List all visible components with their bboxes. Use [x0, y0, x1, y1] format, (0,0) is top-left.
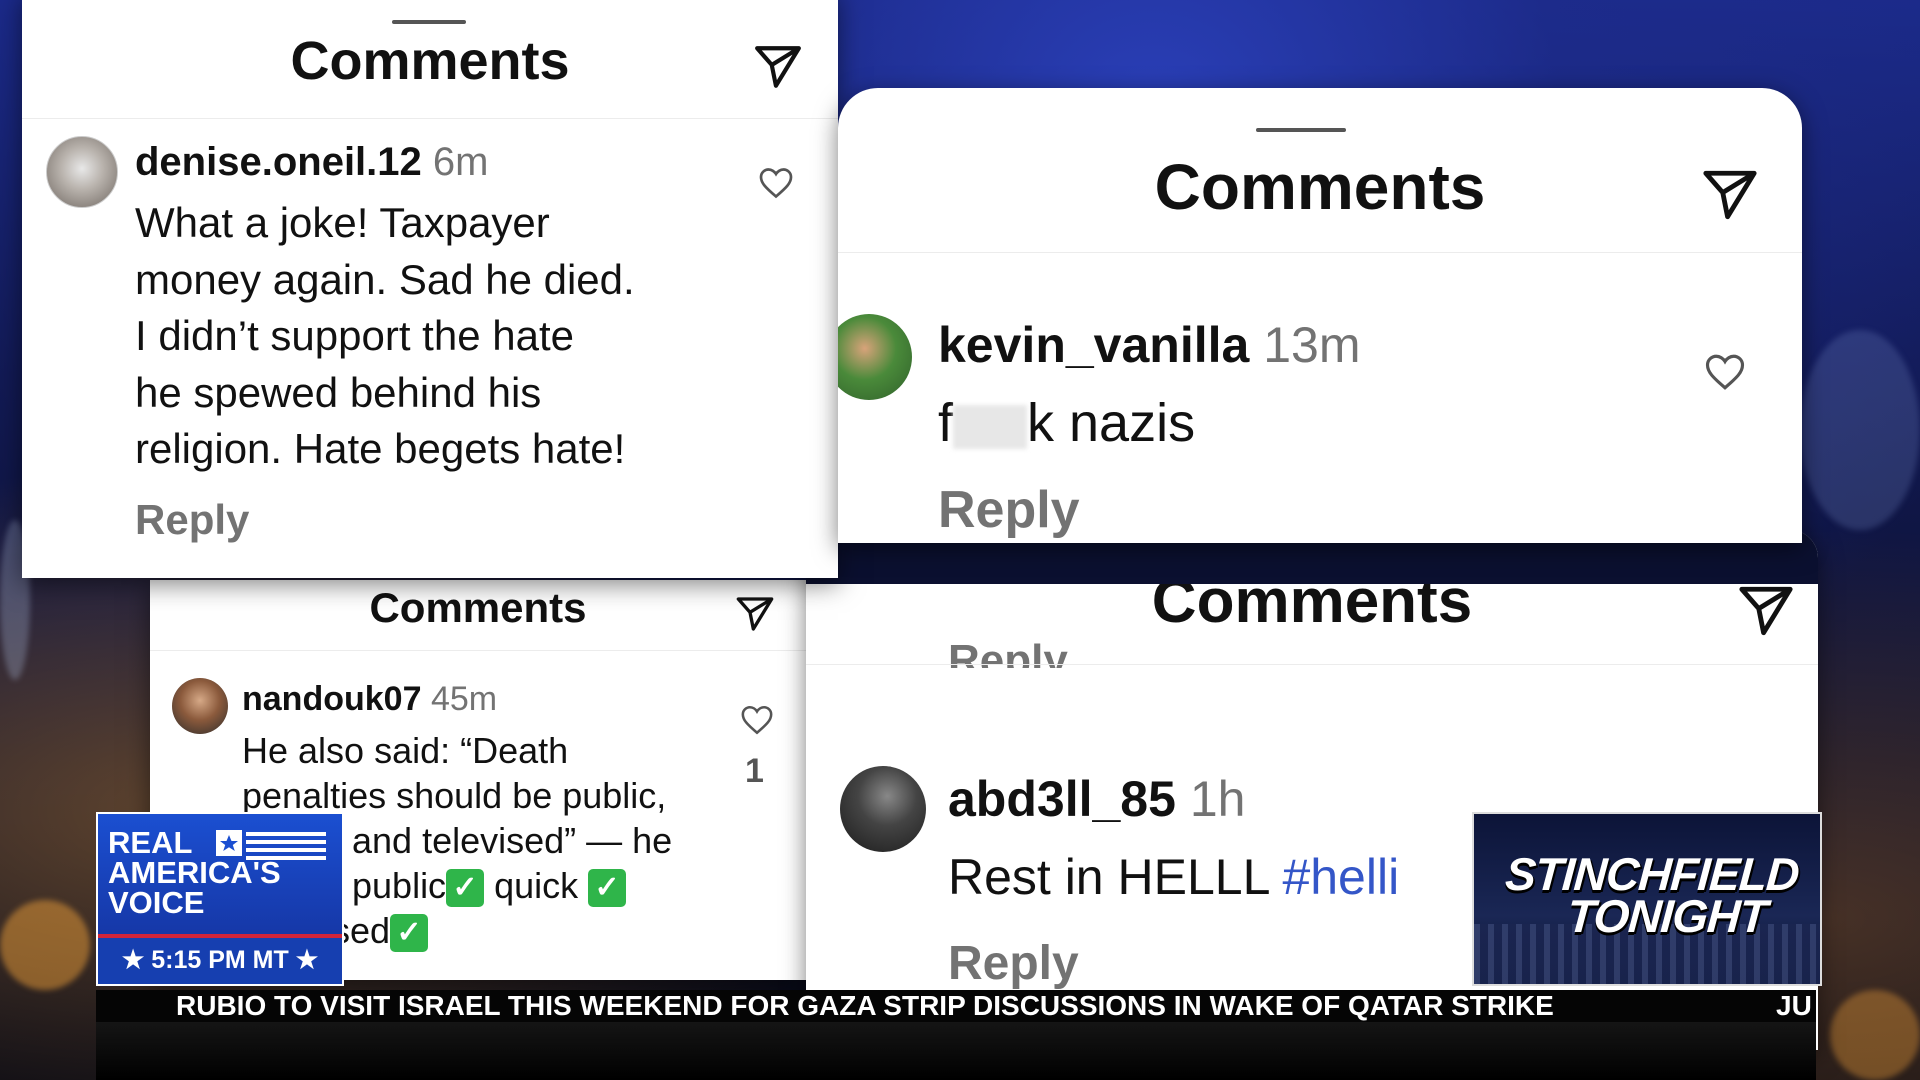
avatar[interactable]: [838, 314, 912, 400]
city-light: [1800, 330, 1920, 530]
ticker-next-headline: JU: [1776, 990, 1812, 1021]
timestamp: 6m: [432, 140, 489, 184]
comment-header: denise.oneil.12 6m: [135, 140, 488, 185]
username[interactable]: kevin_vanilla: [938, 317, 1249, 373]
panel-title: Comments: [290, 31, 570, 91]
timestamp: 1h: [1189, 771, 1246, 827]
star-icon: ★: [121, 946, 145, 974]
timestamp: 45m: [430, 680, 498, 718]
comment-fragment: Rest in HELLL: [948, 849, 1283, 905]
comment-fragment: k nazis: [1027, 393, 1196, 453]
panel-title: Comments: [369, 584, 587, 631]
comment-text: Rest in HELLL #helli: [948, 848, 1399, 906]
lower-third-base: [96, 1022, 1816, 1080]
drag-handle[interactable]: [392, 20, 466, 24]
check-icon: ✓: [588, 869, 627, 908]
comment-text: f k nazis: [938, 392, 1195, 454]
comment-line: religion. Hate begets hate!: [135, 425, 626, 472]
flag-icon: [216, 830, 326, 860]
timestamp: 13m: [1263, 317, 1361, 373]
send-icon[interactable]: [752, 42, 804, 92]
comment-fragment: f: [938, 393, 954, 453]
star-icon: ★: [295, 946, 319, 974]
censor-blur: [953, 404, 1028, 449]
heart-icon[interactable]: [740, 704, 774, 736]
news-ticker: RUBIO TO VISIT ISRAEL THIS WEEKEND FOR G…: [96, 990, 1816, 1022]
comment-line: he spewed behind his: [135, 368, 542, 416]
ticker-headline: RUBIO TO VISIT ISRAEL THIS WEEKEND FOR G…: [176, 990, 1554, 1021]
drag-handle[interactable]: [1256, 128, 1346, 132]
divider: [22, 118, 838, 119]
divider: [150, 650, 806, 651]
comment-line: money again. Sad he died.: [135, 255, 635, 303]
comment-line: What a joke! Taxpayer: [135, 199, 550, 246]
heart-icon[interactable]: [1704, 352, 1746, 392]
comments-panel-1: Comments denise.oneil.12 6m What a joke!…: [22, 0, 838, 578]
comment-fragment: public: [352, 865, 447, 906]
send-icon[interactable]: [1736, 582, 1796, 640]
divider: [838, 252, 1802, 253]
reply-link[interactable]: Reply: [135, 496, 249, 544]
comment-text: What a joke! Taxpayer money again. Sad h…: [135, 195, 635, 478]
city-light: [1830, 990, 1920, 1080]
comments-panel-2: Comments kevin_vanilla 13m f k nazis Repl…: [838, 88, 1802, 543]
reply-link[interactable]: Reply: [948, 936, 1079, 991]
check-icon: ✓: [446, 869, 485, 908]
comment-line: I didn’t support the hate: [135, 312, 574, 359]
like-count: 1: [745, 752, 764, 790]
send-icon[interactable]: [1700, 166, 1760, 224]
check-icon: ✓: [390, 914, 429, 953]
comment-header: kevin_vanilla 13m: [938, 316, 1360, 374]
comment-line: He also said: “Death: [242, 730, 569, 771]
city-light: [0, 900, 90, 990]
panel-title: Comments: [1154, 151, 1486, 223]
comment-header: nandouk07 45m: [242, 680, 497, 719]
hashtag-link[interactable]: #helli: [1282, 849, 1399, 905]
broadcast-time: ★ 5:15 PM MT ★: [98, 934, 342, 984]
avatar[interactable]: [46, 136, 118, 208]
comment-header: abd3ll_85 1h: [948, 770, 1245, 828]
avatar[interactable]: [840, 766, 926, 852]
comment-fragment: quick: [484, 865, 589, 906]
divider: [806, 664, 1818, 665]
show-logo-line-2: TONIGHT: [1565, 890, 1769, 942]
reply-link[interactable]: Reply: [948, 636, 1068, 668]
heart-icon[interactable]: [758, 166, 794, 200]
network-logo: REAL AMERICA'S VOICE ★ 5:15 PM MT ★: [96, 812, 344, 986]
time-text: 5:15 PM MT: [151, 946, 289, 974]
username[interactable]: nandouk07: [242, 680, 421, 718]
username[interactable]: abd3ll_85: [948, 771, 1176, 827]
send-icon[interactable]: [734, 594, 776, 634]
avatar[interactable]: [172, 678, 228, 734]
username[interactable]: denise.oneil.12: [135, 140, 422, 184]
show-logo: STINCHFIELD TONIGHT: [1472, 812, 1822, 986]
logo-line: VOICE: [108, 885, 205, 920]
reply-link[interactable]: Reply: [938, 480, 1080, 540]
